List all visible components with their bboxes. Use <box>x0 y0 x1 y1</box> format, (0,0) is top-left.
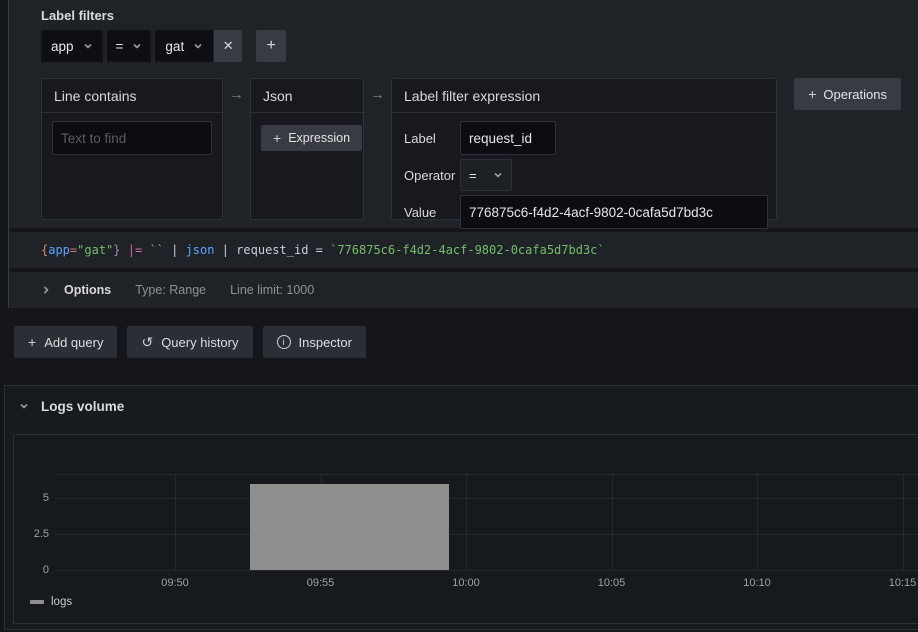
operation-header[interactable]: Label filter expression <box>392 79 776 113</box>
history-icon: ↺ <box>141 334 153 351</box>
filter-operator-select[interactable]: = <box>107 30 152 62</box>
operation-header[interactable]: Line contains <box>42 79 222 113</box>
gridline <box>55 570 918 571</box>
grafana-explore-screen: Label filters app = gat <box>0 0 918 632</box>
angle-right-icon <box>41 285 51 295</box>
logs-volume-chart: logs 0 2.5 5 09:50 09:55 10:00 10:05 10:10 10:15 <box>13 434 918 624</box>
query-builder-section: Label filters app = gat <box>9 0 918 228</box>
operation-json: Json + Expression <box>250 78 364 220</box>
x-tick-label: 10:10 <box>733 577 781 589</box>
operation-title: Line contains <box>54 88 137 104</box>
operator-field-label: Operator <box>404 168 460 183</box>
x-tick-label: 10:15 <box>879 577 918 589</box>
y-tick-label: 2.5 <box>19 528 49 540</box>
chevron-down-icon <box>193 41 203 51</box>
legend-swatch <box>30 600 44 604</box>
operation-title: Label filter expression <box>404 88 540 104</box>
close-icon: ✕ <box>223 38 234 54</box>
operation-title: Json <box>263 88 293 104</box>
add-query-button[interactable]: + Add query <box>14 326 117 358</box>
operation-line-contains: Line contains <box>41 78 223 220</box>
x-tick-label: 10:05 <box>588 577 636 589</box>
plus-icon: + <box>28 334 36 350</box>
arrow-right-icon: → <box>229 78 244 112</box>
legend-label: logs <box>51 596 72 608</box>
options-label: Options <box>64 283 111 297</box>
value-field-label: Value <box>404 205 460 220</box>
raw-query-preview-section: {app="gat"} |= `` | json | request_id = … <box>9 232 918 268</box>
options-toggle[interactable]: Options <box>41 283 111 297</box>
logs-volume-header[interactable]: Logs volume <box>5 386 918 426</box>
operation-header[interactable]: Json <box>251 79 363 113</box>
secondary-actions-toolbar: + Add query ↺ Query history i Inspector <box>14 326 366 358</box>
inspector-button[interactable]: i Inspector <box>263 326 366 358</box>
x-tick-label: 09:55 <box>297 577 345 589</box>
add-filter-button[interactable]: + <box>256 30 286 62</box>
filter-operator-value: = <box>116 39 124 54</box>
operations-pipeline: Line contains → Json + Expression <box>41 78 777 220</box>
add-operations-button[interactable]: + Operations <box>794 78 901 110</box>
filter-value-value: gat <box>165 39 184 54</box>
options-type: Type: Range <box>135 283 206 297</box>
arrow-right-icon: → <box>370 78 385 112</box>
label-field-input[interactable] <box>460 121 556 155</box>
query-editor: Label filters app = gat <box>8 0 918 308</box>
legend-item-logs[interactable]: logs <box>30 596 72 608</box>
plus-icon: + <box>273 130 281 146</box>
chart-plot-area[interactable] <box>55 474 918 570</box>
filter-label-value: app <box>51 39 74 54</box>
label-field-label: Label <box>404 131 460 146</box>
logs-volume-title: Logs volume <box>41 399 124 414</box>
line-contains-input[interactable] <box>52 121 212 155</box>
logs-volume-panel: Logs volume logs 0 2.5 5 09:50 09:55 10:00 10:… <box>4 385 918 630</box>
raw-query: {app="gat"} |= `` | json | request_id = … <box>41 243 605 257</box>
chevron-down-icon <box>493 170 503 180</box>
info-circle-icon: i <box>277 335 291 349</box>
label-filters-title: Label filters <box>41 8 114 23</box>
remove-filter-button[interactable]: ✕ <box>214 30 242 62</box>
y-tick-label: 5 <box>19 492 49 504</box>
x-tick-label: 09:50 <box>151 577 199 589</box>
x-tick-label: 10:00 <box>442 577 490 589</box>
options-line-limit: Line limit: 1000 <box>230 283 314 297</box>
plus-icon: + <box>808 86 816 102</box>
plus-icon: + <box>267 37 276 55</box>
chevron-down-icon <box>132 41 142 51</box>
query-history-button[interactable]: ↺ Query history <box>127 326 252 358</box>
filter-value-select[interactable]: gat <box>155 30 213 62</box>
operator-field-select[interactable]: = <box>460 159 512 191</box>
chevron-down-icon <box>19 401 29 411</box>
add-expression-button[interactable]: + Expression <box>261 125 362 151</box>
query-options-section: Options Type: Range Line limit: 1000 <box>9 272 918 308</box>
label-filters-row: app = gat ✕ + <box>41 30 286 62</box>
value-field-input[interactable] <box>460 195 768 229</box>
y-tick-label: 0 <box>19 564 49 576</box>
chevron-down-icon <box>83 41 93 51</box>
filter-label-select[interactable]: app <box>41 30 103 62</box>
operation-label-filter-expression: Label filter expression Label Operator =… <box>391 78 777 220</box>
